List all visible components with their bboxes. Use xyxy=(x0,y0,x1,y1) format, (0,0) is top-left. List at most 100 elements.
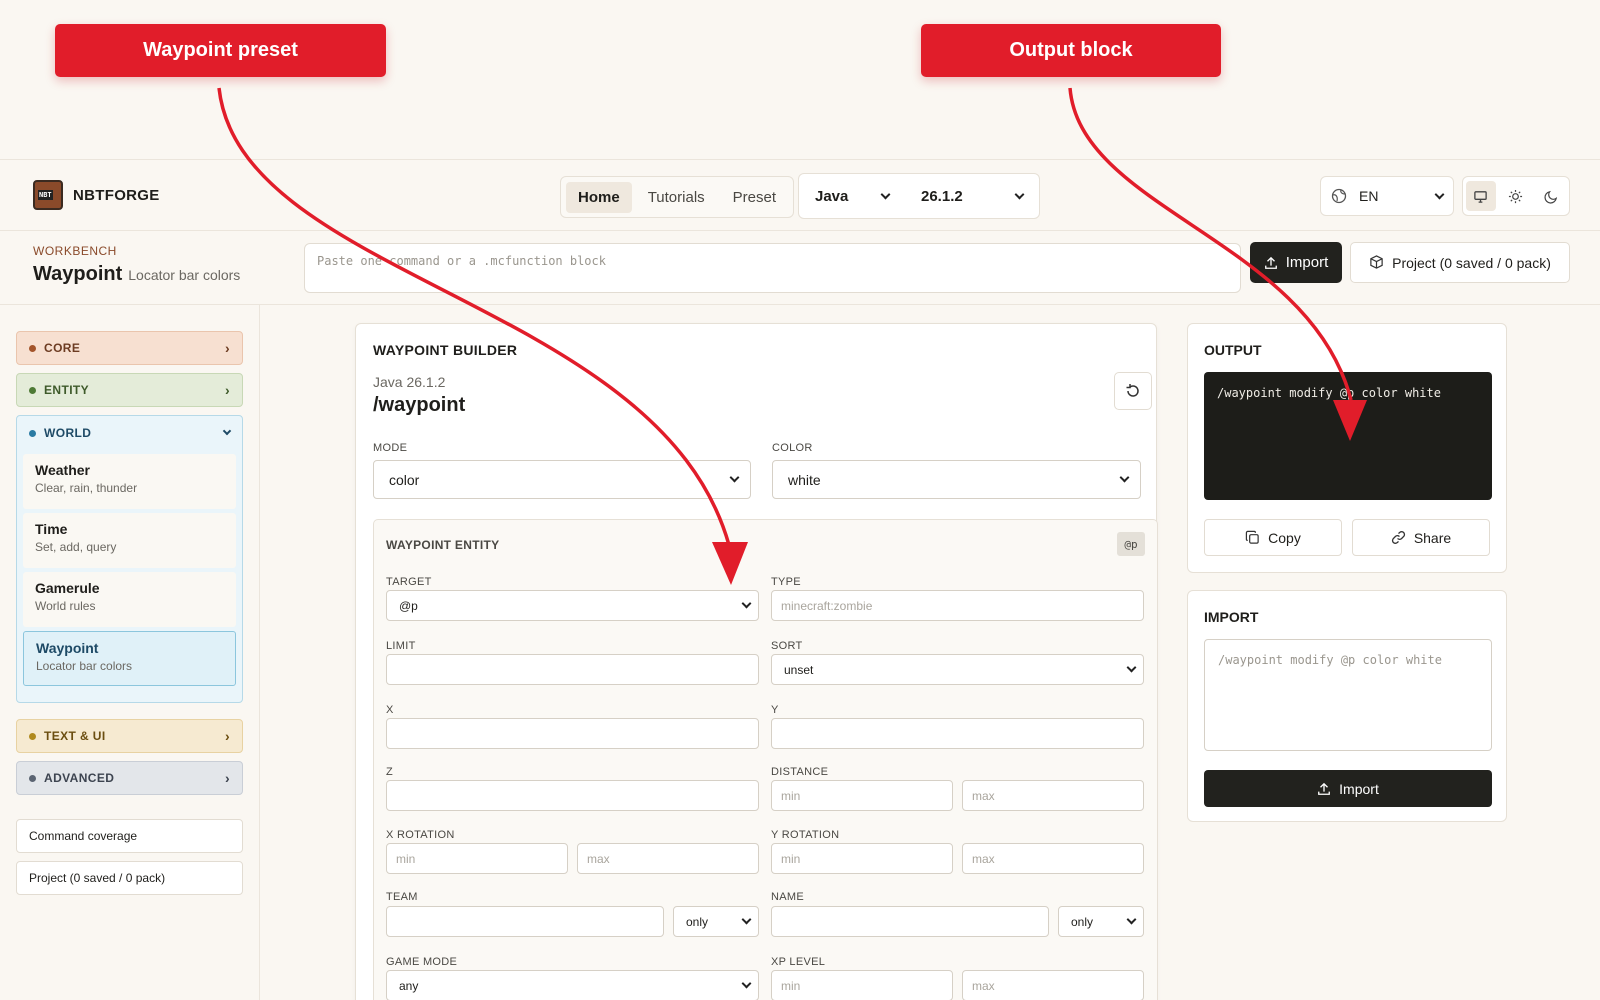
import-submit-button[interactable]: Import xyxy=(1204,770,1492,807)
brand[interactable]: NBTFORGE xyxy=(33,180,160,210)
y-rotation-min-input[interactable]: min xyxy=(771,843,953,874)
reset-button[interactable] xyxy=(1114,372,1152,410)
sidebar-category-world[interactable]: WORLD xyxy=(17,416,242,450)
type-input[interactable]: minecraft:zombie xyxy=(771,590,1144,621)
sidebar-category-text-ui[interactable]: TEXT & UI › xyxy=(16,719,243,753)
sort-value: unset xyxy=(784,662,814,677)
y-rotation-max-input[interactable]: max xyxy=(962,843,1144,874)
entity-heading: WAYPOINT ENTITY xyxy=(386,538,500,552)
target-select[interactable]: @p xyxy=(386,590,759,621)
sidebar-item-time[interactable]: Time Set, add, query xyxy=(23,513,236,568)
builder-heading: WAYPOINT BUILDER xyxy=(373,342,518,358)
type-label: TYPE xyxy=(771,576,801,588)
language-select[interactable]: EN xyxy=(1320,176,1454,216)
copy-button[interactable]: Copy xyxy=(1204,519,1342,556)
output-code-block[interactable]: /waypoint modify @p color white xyxy=(1204,372,1492,500)
limit-input[interactable] xyxy=(386,654,759,685)
import-card: IMPORT /waypoint modify @p color white I… xyxy=(1187,590,1507,822)
color-label: COLOR xyxy=(772,442,813,454)
waypoint-preset-callout: Waypoint preset xyxy=(55,24,386,77)
workbench-bar: WORKBENCH Waypoint Locator bar colors Pas… xyxy=(0,231,1600,305)
sidebar-category-entity[interactable]: ENTITY › xyxy=(16,373,243,407)
y-input[interactable] xyxy=(771,718,1144,749)
sidebar-item-subtitle: Clear, rain, thunder xyxy=(35,481,138,495)
reset-icon xyxy=(1126,384,1139,397)
xp-level-label: XP LEVEL xyxy=(771,956,826,968)
name-mode-select[interactable]: only xyxy=(1058,906,1144,937)
team-label: TEAM xyxy=(386,891,418,903)
x-rotation-min-input[interactable]: min xyxy=(386,843,568,874)
chevron-right-icon: › xyxy=(224,382,230,398)
sidebar-category-core[interactable]: CORE › xyxy=(16,331,243,365)
chevron-down-icon xyxy=(741,598,752,609)
paste-command-input[interactable]: Paste one command or a .mcfunction block xyxy=(304,243,1241,293)
game-mode-select[interactable]: any xyxy=(386,970,759,1000)
tab-preset[interactable]: Preset xyxy=(721,182,788,213)
edition-select[interactable]: Java xyxy=(799,188,905,205)
theme-dark-button[interactable] xyxy=(1536,181,1566,211)
builder-command: /waypoint xyxy=(373,394,466,416)
sidebar-item-gamerule[interactable]: Gamerule World rules xyxy=(23,572,236,627)
chevron-down-icon xyxy=(741,978,752,989)
limit-label: LIMIT xyxy=(386,640,416,652)
chevron-down-icon xyxy=(729,472,740,483)
page-title: Waypoint Locator bar colors xyxy=(33,263,240,286)
chevron-down-icon xyxy=(1434,189,1445,199)
chevron-down-icon xyxy=(1119,472,1130,483)
tab-tutorials[interactable]: Tutorials xyxy=(636,182,717,213)
target-value: @p xyxy=(399,598,418,613)
color-select[interactable]: white xyxy=(772,460,1141,499)
name-input[interactable] xyxy=(771,906,1049,937)
category-label: WORLD xyxy=(44,426,92,440)
distance-min-input[interactable]: min xyxy=(771,780,953,811)
import-button[interactable]: Import xyxy=(1250,242,1342,283)
sidebar-item-weather[interactable]: Weather Clear, rain, thunder xyxy=(23,454,236,509)
distance-max-input[interactable]: max xyxy=(962,780,1144,811)
sidebar-item-title: Gamerule xyxy=(35,580,100,596)
xp-level-max-input[interactable]: max xyxy=(962,970,1144,1000)
x-label: X xyxy=(386,704,394,716)
theme-system-button[interactable] xyxy=(1465,181,1496,211)
waypoint-builder-card: WAYPOINT BUILDER Java 26.1.2 /waypoint M… xyxy=(355,323,1158,1000)
nav-tabs: Home Tutorials Preset xyxy=(560,176,795,218)
sidebar-item-waypoint[interactable]: Waypoint Locator bar colors xyxy=(23,631,236,686)
x-rotation-max-input[interactable]: max xyxy=(577,843,759,874)
sidebar-item-subtitle: Set, add, query xyxy=(35,540,117,554)
chevron-down-icon xyxy=(222,426,232,436)
tab-home[interactable]: Home xyxy=(566,181,632,213)
copy-label: Copy xyxy=(1268,529,1301,546)
team-input[interactable] xyxy=(386,906,664,937)
share-button[interactable]: Share xyxy=(1352,519,1490,556)
team-mode-value: only xyxy=(686,914,709,929)
page-subtitle: Locator bar colors xyxy=(128,267,241,283)
command-coverage-link[interactable]: Command coverage xyxy=(16,819,243,853)
sidebar: CORE › ENTITY › WORLD Weather Clear, rai… xyxy=(0,305,260,1000)
version-selector-group: Java 26.1.2 xyxy=(798,173,1040,219)
sort-select[interactable]: unset xyxy=(771,654,1144,685)
sidebar-item-title: Waypoint xyxy=(36,640,99,656)
sidebar-category-advanced[interactable]: ADVANCED › xyxy=(16,761,243,795)
import-textarea[interactable]: /waypoint modify @p color white xyxy=(1204,639,1492,751)
xp-level-min-input[interactable]: min xyxy=(771,970,953,1000)
x-input[interactable] xyxy=(386,718,759,749)
version-select[interactable]: 26.1.2 xyxy=(905,188,1039,205)
top-header: NBTFORGE Home Tutorials Preset Java 26.1… xyxy=(0,159,1600,231)
language-value: EN xyxy=(1359,188,1379,204)
sidebar-item-subtitle: World rules xyxy=(35,599,96,613)
chevron-right-icon: › xyxy=(224,340,230,356)
name-label: NAME xyxy=(771,891,804,903)
share-label: Share xyxy=(1413,529,1452,546)
page-title-text: Waypoint xyxy=(33,263,123,285)
mode-select[interactable]: color xyxy=(373,460,751,499)
project-button[interactable]: Project (0 saved / 0 pack) xyxy=(1350,242,1570,283)
team-mode-select[interactable]: only xyxy=(673,906,759,937)
sun-icon xyxy=(1509,189,1523,203)
project-link[interactable]: Project (0 saved / 0 pack) xyxy=(16,861,243,895)
link-icon xyxy=(1391,531,1405,544)
brand-name: NBTFORGE xyxy=(73,186,160,204)
theme-light-button[interactable] xyxy=(1501,181,1531,211)
chevron-down-icon xyxy=(741,914,752,925)
category-label: ENTITY xyxy=(44,383,90,397)
upload-icon xyxy=(1318,782,1331,795)
z-input[interactable] xyxy=(386,780,759,811)
